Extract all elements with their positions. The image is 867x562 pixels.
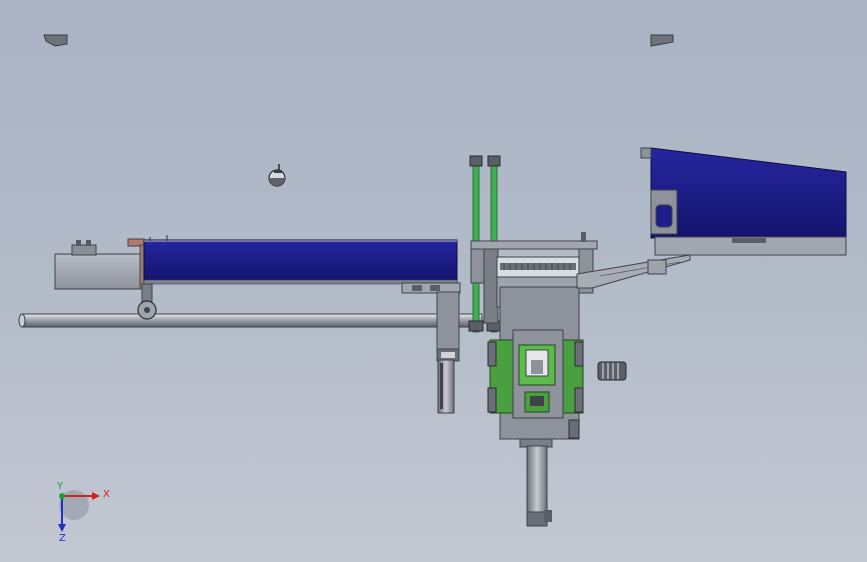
corner-marker-right	[650, 34, 674, 47]
spring-coupler	[597, 361, 627, 381]
vertical-cylinder	[436, 291, 460, 414]
y-axis-point	[59, 493, 65, 499]
main-guide-rod	[18, 313, 483, 328]
cad-viewport[interactable]: X Y Z	[0, 0, 867, 562]
corner-marker-left	[43, 34, 68, 47]
feed-chute	[576, 254, 691, 289]
z-axis-arrow-icon	[58, 524, 66, 532]
left-conveyor	[54, 235, 461, 320]
x-axis-arrow-icon	[92, 492, 100, 500]
cad-drawing: X Y Z	[18, 34, 847, 544]
hanging-knob	[268, 164, 286, 187]
right-hopper	[640, 147, 847, 256]
y-axis-label: Y	[56, 481, 64, 492]
z-axis-label: Z	[59, 533, 66, 544]
orientation-triad: X Y Z	[56, 481, 110, 544]
lower-shaft	[519, 438, 553, 527]
x-axis-label: X	[103, 489, 110, 500]
